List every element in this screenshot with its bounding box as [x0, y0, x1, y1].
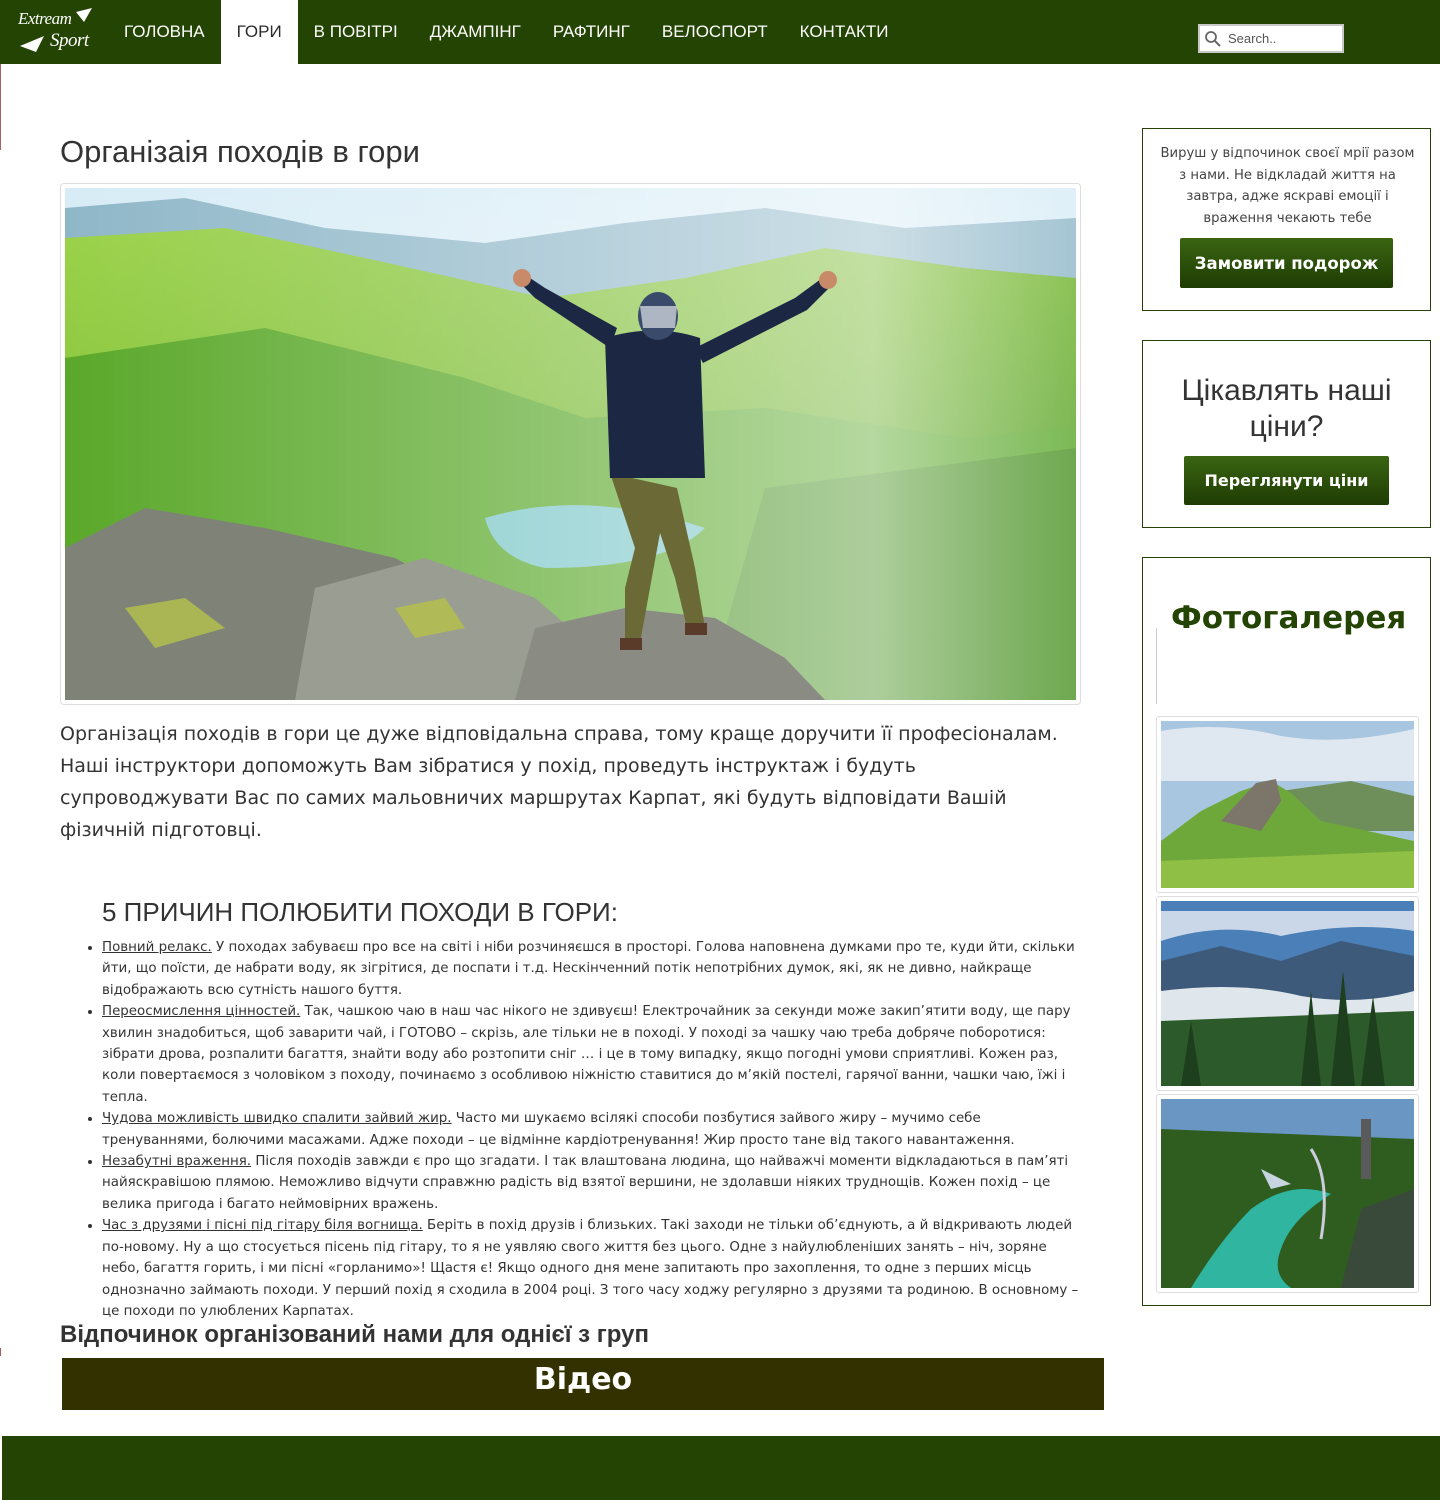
- top-navbar: Extream Sport ГОЛОВНА ГОРИ В ПОВІТРІ ДЖА…: [0, 0, 1440, 64]
- prices-question: Цікавлять наші ціни?: [1181, 374, 1392, 443]
- order-trip-button[interactable]: Замовити подорож: [1180, 238, 1393, 288]
- reason-text: Беріть в похід друзів і близьких. Такі з…: [102, 1218, 1079, 1319]
- reasons-list: Повний релакс. У походах забуваєш про вс…: [88, 937, 1082, 1322]
- intro-text: Організація походів в гори це дуже відпо…: [60, 723, 1058, 841]
- list-item: Незабутні враження. Після походів завжди…: [88, 1151, 1082, 1215]
- promo-box: Вируш у відпочинок своєї мрії разом з на…: [1142, 128, 1431, 311]
- gallery-thumb-3[interactable]: [1156, 1094, 1419, 1293]
- hero-image: [60, 183, 1081, 705]
- video-label: Відео: [533, 1361, 633, 1397]
- reason-text: У походах забуваєш про все на світі і ні…: [102, 940, 1075, 998]
- nav-item-rafting[interactable]: РАФТИНГ: [537, 0, 646, 64]
- gallery-thumb-2[interactable]: [1156, 896, 1419, 1091]
- reason-lead: Незабутні враження.: [102, 1154, 252, 1170]
- search-icon: [1205, 30, 1221, 47]
- video-button[interactable]: Відео: [62, 1358, 1104, 1410]
- reason-text: Так, чашкою чаю в наш час нікого не здив…: [102, 1004, 1071, 1105]
- search-box[interactable]: [1198, 24, 1344, 53]
- promo-text: Вируш у відпочинок своєї мрії разом з на…: [1160, 146, 1415, 226]
- reason-lead: Чудова можливість швидко спалити зайвий …: [102, 1111, 452, 1127]
- misty-valley-photo: [1161, 901, 1414, 1086]
- reason-lead: Повний релакс.: [102, 940, 212, 955]
- logo-text-line1: Extream: [18, 9, 72, 28]
- left-edge-line: [0, 64, 1, 150]
- mountain-ridge-photo: [1161, 721, 1414, 888]
- nav-item-air[interactable]: В ПОВІТРІ: [298, 0, 414, 64]
- gallery-title: Фотогалерея: [1171, 600, 1407, 636]
- reason-lead: Час з друзями і пісні під гітару біля во…: [102, 1218, 423, 1234]
- prices-box: Цікавлять наші ціни? Переглянути ціни: [1142, 340, 1431, 528]
- list-item: Чудова можливість швидко спалити зайвий …: [88, 1108, 1082, 1151]
- nav-item-jumping[interactable]: ДЖАМПІНГ: [414, 0, 537, 64]
- gallery-box: Фотогалерея: [1142, 557, 1431, 1306]
- logo-text-line2: Sport: [50, 30, 89, 51]
- list-item: Переосмислення цінностей. Так, чашкою ча…: [88, 1001, 1082, 1108]
- search-input[interactable]: [1228, 27, 1338, 50]
- reason-lead: Переосмислення цінностей.: [102, 1004, 301, 1020]
- view-prices-button[interactable]: Переглянути ціни: [1184, 456, 1389, 505]
- reasons-heading: 5 ПРИЧИН ПОЛЮБИТИ ПОХОДИ В ГОРИ:: [102, 897, 618, 927]
- hiker-mountain-photo: [65, 188, 1076, 700]
- nav-item-mountains[interactable]: ГОРИ: [220, 0, 298, 64]
- page-title: Організаія походів в гори: [60, 134, 420, 169]
- nav-item-contacts[interactable]: КОНТАКТИ: [784, 0, 905, 64]
- main-nav: ГОЛОВНА ГОРИ В ПОВІТРІ ДЖАМПІНГ РАФТИНГ …: [108, 0, 905, 64]
- bungee-river-photo: [1161, 1099, 1414, 1288]
- list-item: Час з друзями і пісні під гітару біля во…: [88, 1215, 1082, 1322]
- list-item: Повний релакс. У походах забуваєш про вс…: [88, 937, 1082, 1001]
- gallery-thumb-1[interactable]: [1156, 716, 1419, 893]
- nav-item-cycling[interactable]: ВЕЛОСПОРТ: [646, 0, 784, 64]
- gallery-divider: [1156, 628, 1157, 704]
- site-logo[interactable]: Extream Sport: [14, 6, 98, 58]
- group-heading: Відпочинок організований нами для однієї…: [60, 1321, 649, 1348]
- left-edge-line-bottom: [0, 1348, 1, 1356]
- nav-item-home[interactable]: ГОЛОВНА: [108, 0, 221, 64]
- page-footer: [2, 1436, 1440, 1500]
